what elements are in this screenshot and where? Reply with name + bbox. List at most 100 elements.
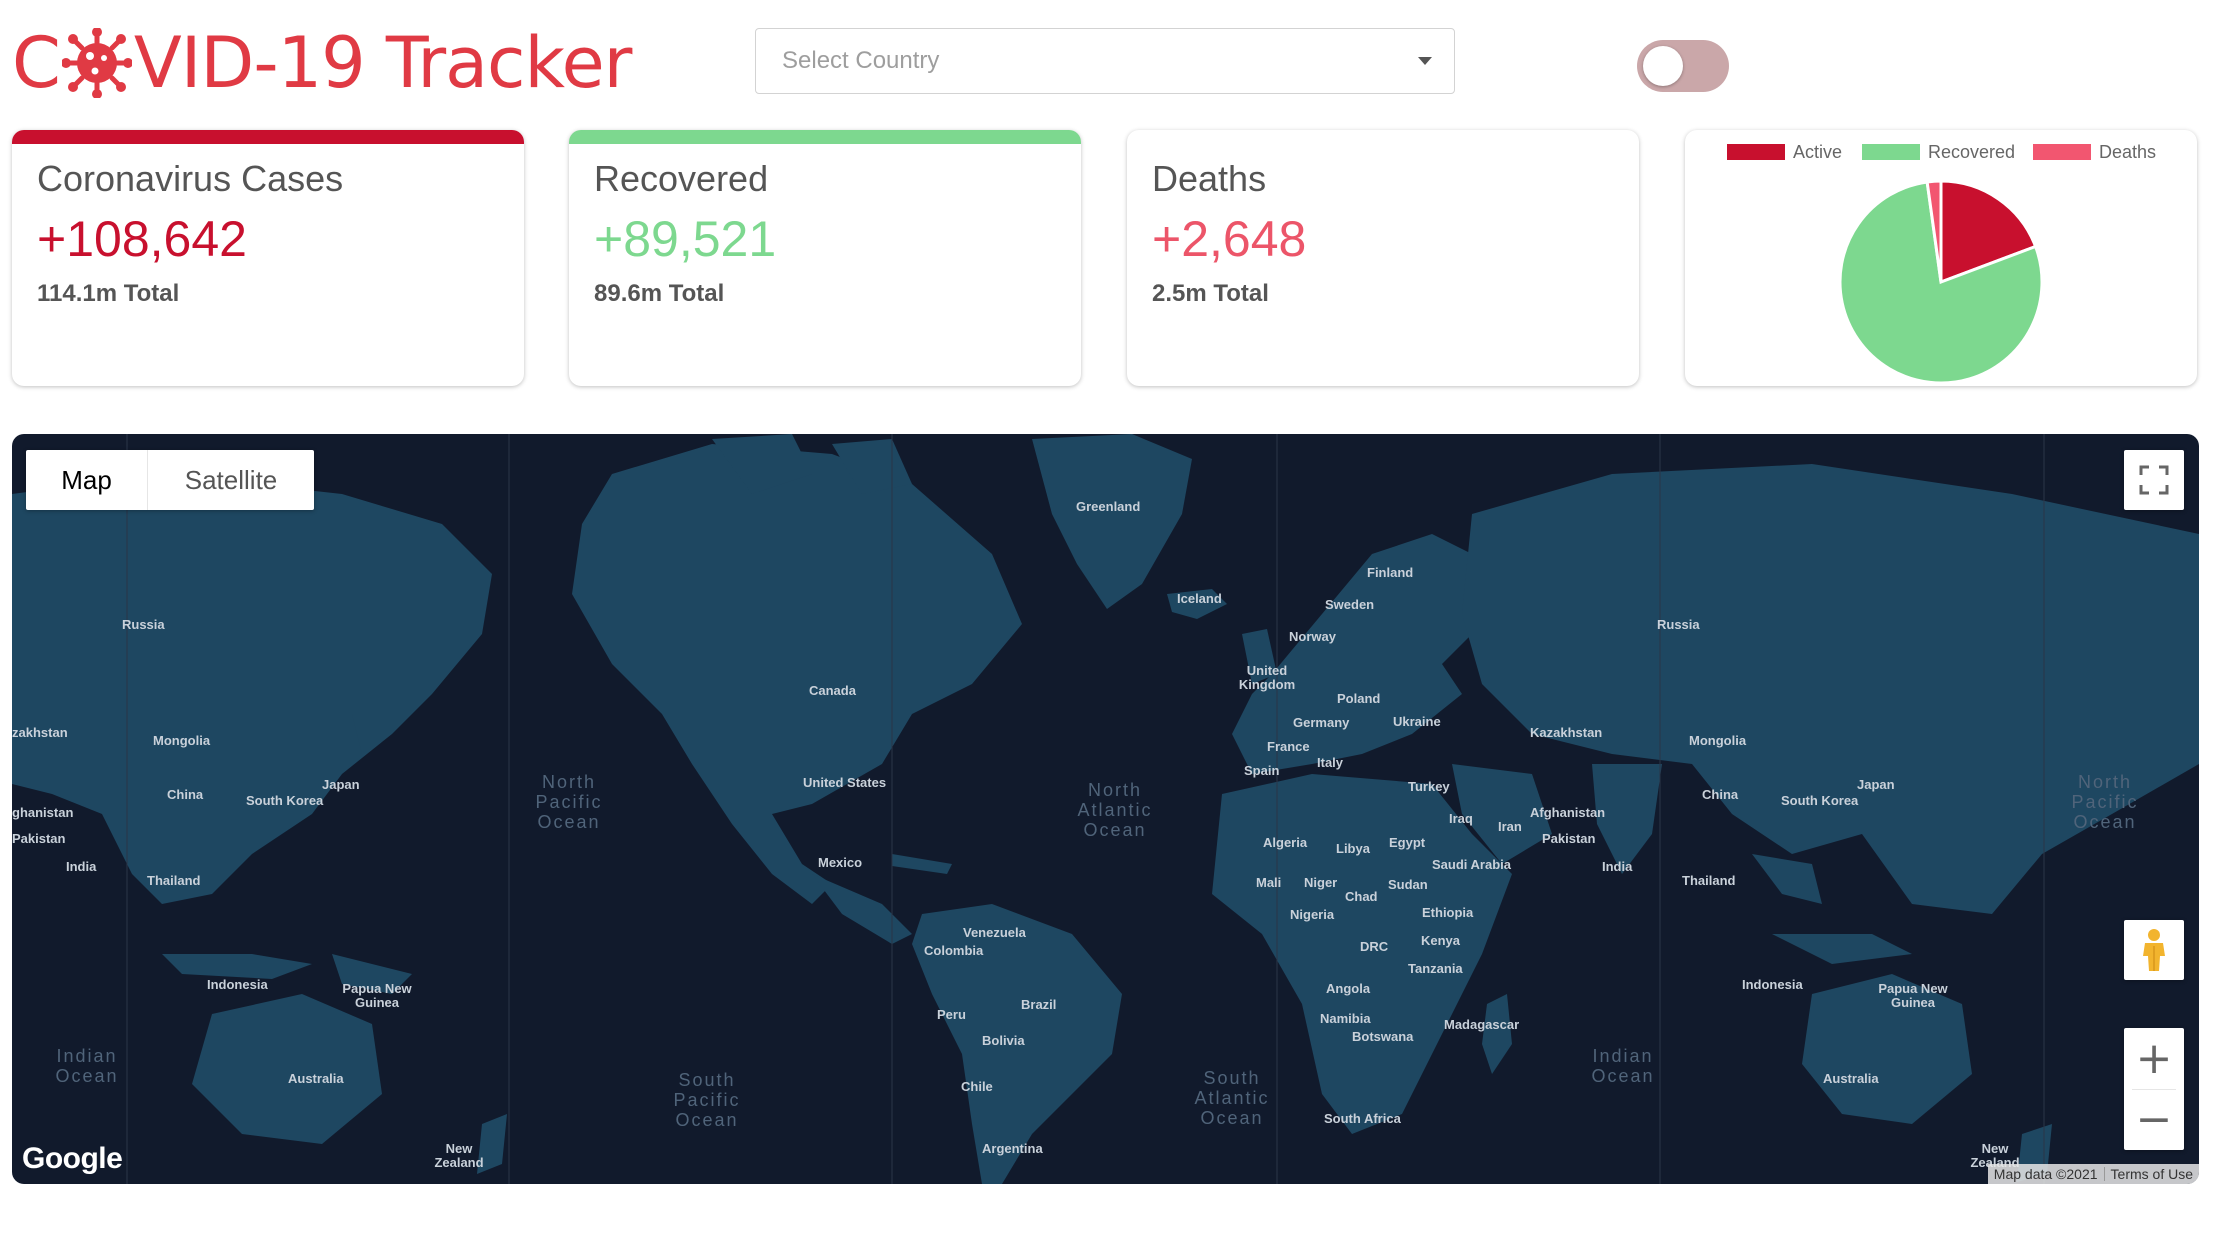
map-label-tanzania: Tanzania <box>1408 961 1463 976</box>
legend-swatch-deaths[interactable] <box>2033 144 2091 160</box>
map-label-united-kingdom: United Kingdom <box>1238 663 1296 692</box>
map-label-mongolia-2: Mongolia <box>1689 733 1747 748</box>
map-label-turkey: Turkey <box>1408 779 1450 794</box>
map-label-norway: Norway <box>1289 629 1336 644</box>
fullscreen-icon <box>2139 465 2169 495</box>
app-title-prefix: C <box>12 22 61 104</box>
ocean-indian: Indian Ocean <box>55 1046 119 1086</box>
zoom-in-button[interactable]: + <box>2124 1028 2184 1089</box>
map-label-venezuela: Venezuela <box>963 925 1026 940</box>
map-label-ethiopia: Ethiopia <box>1422 905 1474 920</box>
map-label-france: France <box>1267 739 1310 754</box>
deaths-card[interactable]: Deaths +2,648 2.5m Total <box>1127 130 1639 386</box>
zoom-control: + − <box>2124 1028 2184 1150</box>
map-label-germany: Germany <box>1293 715 1350 730</box>
map-label-russia: Russia <box>122 617 165 632</box>
zoom-divider <box>2132 1089 2176 1090</box>
recovered-label: Recovered <box>594 158 769 199</box>
map-attribution: Map data ©2021 Terms of Use <box>1987 1164 2199 1184</box>
map-label-sudan: Sudan <box>1388 877 1428 892</box>
map-label-algeria: Algeria <box>1263 835 1308 850</box>
map-label-sweden: Sweden <box>1325 597 1375 612</box>
country-select-placeholder: Select Country <box>782 47 940 74</box>
street-view-button[interactable] <box>2124 920 2184 980</box>
map-label-thailand: Thailand <box>147 873 201 888</box>
map-label-japan: Japan <box>322 777 360 792</box>
map-label-iraq: Iraq <box>1449 811 1473 826</box>
world-map[interactable]: Greenland Iceland Finland Sweden Norway … <box>12 434 2199 1184</box>
map-label-peru: Peru <box>937 1007 966 1022</box>
recovered-today: +89,521 <box>594 211 777 267</box>
google-logo[interactable]: Google <box>22 1142 123 1176</box>
map-label-bolivia: Bolivia <box>982 1033 1025 1048</box>
map-label-thailand-2: Thailand <box>1682 873 1736 888</box>
map-label-mexico: Mexico <box>818 855 863 870</box>
cases-card[interactable]: Coronavirus Cases +108,642 114.1m Total <box>12 130 524 386</box>
theme-toggle[interactable] <box>1637 40 1729 92</box>
map-data-credit: Map data ©2021 <box>1993 1166 2098 1182</box>
legend-label-recovered[interactable]: Recovered <box>1928 142 2015 162</box>
legend-label-deaths[interactable]: Deaths <box>2099 142 2156 162</box>
map-label-japan-2: Japan <box>1857 777 1895 792</box>
terms-of-use-link[interactable]: Terms of Use <box>2105 1164 2199 1184</box>
map-label-colombia: Colombia <box>924 943 984 958</box>
legend-label-active[interactable]: Active <box>1793 142 1842 162</box>
map-label-indonesia: Indonesia <box>207 977 268 992</box>
ocean-north-atlantic: North Atlantic Ocean <box>1077 780 1153 840</box>
map-type-control: Map Satellite <box>26 450 314 510</box>
map-label-argentina: Argentina <box>982 1141 1043 1156</box>
pie-chart-card: Active Recovered Deaths <box>1685 130 2197 386</box>
map-label-mali: Mali <box>1256 875 1282 890</box>
pegman-icon <box>2143 929 2165 971</box>
map-label-china: China <box>167 787 204 802</box>
map-label-libya: Libya <box>1336 841 1370 856</box>
deaths-label: Deaths <box>1152 158 1267 199</box>
map-label-niger: Niger <box>1304 875 1338 890</box>
map-label-mongolia: Mongolia <box>153 733 211 748</box>
deaths-total: 2.5m Total <box>1152 280 1269 307</box>
map-label-indonesia-2: Indonesia <box>1742 977 1803 992</box>
map-label-canada: Canada <box>809 683 856 698</box>
map-label-chad: Chad <box>1345 889 1378 904</box>
map-label-south-africa: South Africa <box>1324 1111 1401 1126</box>
map-label-kazakhstan: Kazakhstan <box>1530 725 1603 740</box>
map-label-madagascar: Madagascar <box>1444 1017 1520 1032</box>
legend-swatch-recovered[interactable] <box>1862 144 1920 160</box>
chevron-down-icon <box>1418 57 1432 65</box>
map-label-united-states: United States <box>803 775 887 790</box>
map-label-pakistan: Pakistan <box>1542 831 1596 846</box>
zoom-out-button[interactable]: − <box>2124 1089 2184 1150</box>
map-label-india: India <box>1602 859 1633 874</box>
country-select[interactable]: Select Country <box>755 28 1455 94</box>
app-title: C VID-19 Tracker <box>12 18 633 108</box>
map-label-spain: Spain <box>1244 763 1280 778</box>
map-label-iceland: Iceland <box>1177 591 1222 606</box>
map-label-iran: Iran <box>1498 819 1522 834</box>
toggle-knob <box>1643 46 1683 86</box>
app-title-suffix: VID-19 Tracker <box>133 22 633 104</box>
map-label-egypt: Egypt <box>1389 835 1426 850</box>
map-label-botswana: Botswana <box>1352 1029 1414 1044</box>
map-label-chile: Chile <box>961 1079 993 1094</box>
recovered-card[interactable]: Recovered +89,521 89.6m Total <box>569 130 1081 386</box>
map-label-afghanistan-left: ghanistan <box>12 805 74 820</box>
map-label-australia-2: Australia <box>1823 1071 1879 1086</box>
map-type-map-button[interactable]: Map <box>26 450 148 510</box>
legend-swatch-active[interactable] <box>1727 144 1785 160</box>
cases-label: Coronavirus Cases <box>37 158 344 199</box>
map-label-papua-new-guinea: Papua New Guinea <box>342 981 412 1010</box>
ocean-north-pacific-2: North Pacific Ocean <box>2071 772 2139 832</box>
fullscreen-button[interactable] <box>2124 450 2184 510</box>
ocean-south-pacific: South Pacific Ocean <box>673 1070 741 1130</box>
map-label-drc: DRC <box>1360 939 1389 954</box>
map-label-kenya: Kenya <box>1421 933 1461 948</box>
virus-icon <box>61 28 132 98</box>
map-label-greenland: Greenland <box>1076 499 1141 514</box>
pie-chart: Active Recovered Deaths <box>1727 142 2156 385</box>
map-label-ukraine: Ukraine <box>1393 714 1441 729</box>
map-label-new-zealand: New Zealand <box>434 1141 484 1170</box>
map-label-south-korea: South Korea <box>246 793 324 808</box>
map-label-russia-2: Russia <box>1657 617 1700 632</box>
map-type-satellite-button[interactable]: Satellite <box>148 450 314 510</box>
map-label-namibia: Namibia <box>1320 1011 1371 1026</box>
